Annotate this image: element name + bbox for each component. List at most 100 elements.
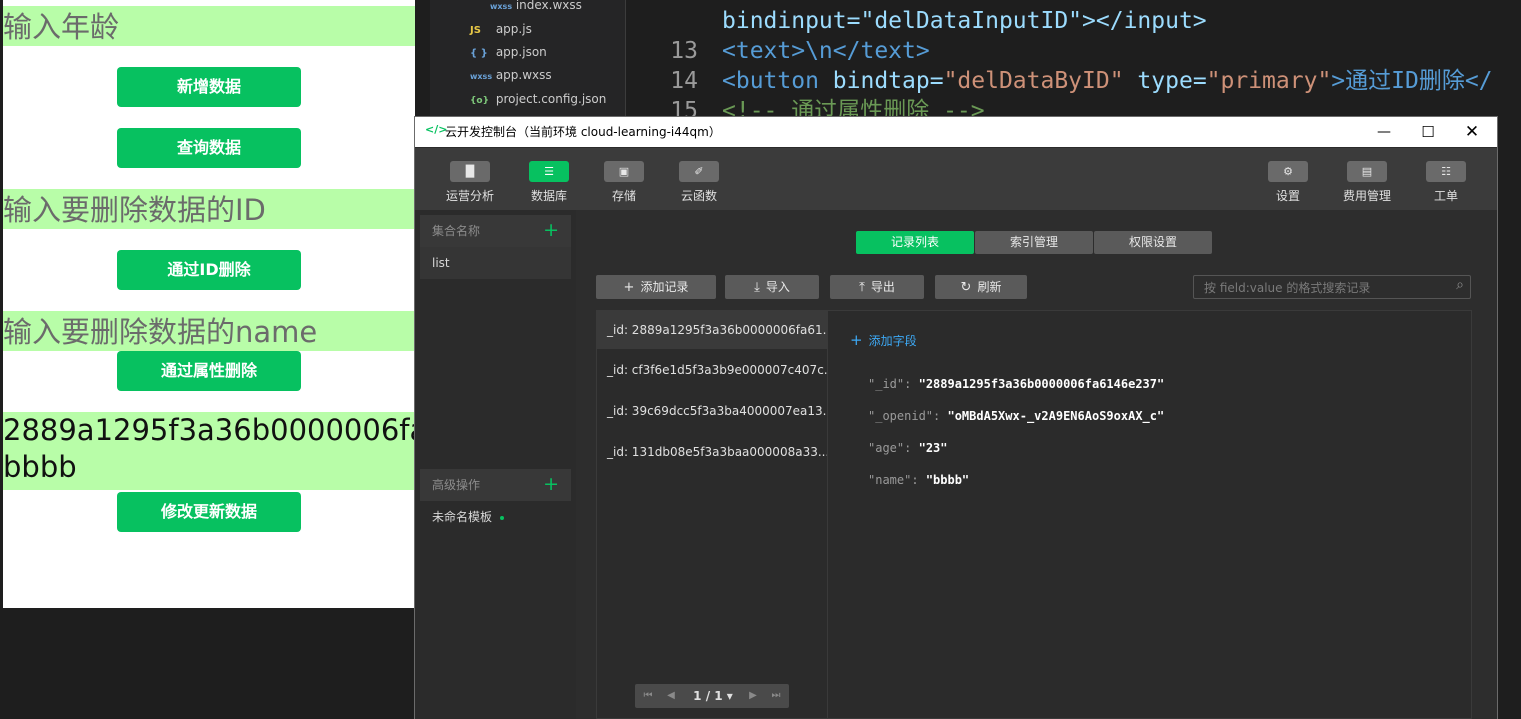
age-input[interactable]: 输入年龄 [3, 6, 415, 46]
export-button[interactable]: ⤒ 导出 [830, 275, 924, 299]
nav-database[interactable]: ☰ 数据库 [514, 148, 584, 210]
nav-cloud-function[interactable]: ✐ 云函数 [664, 148, 734, 210]
json-file-icon: { } [470, 48, 488, 59]
delete-by-attribute-button[interactable]: 通过属性删除 [117, 351, 301, 391]
status-dot-icon [500, 515, 505, 520]
update-data-button[interactable]: 修改更新数据 [117, 492, 301, 532]
code-text: bindtap= [818, 68, 944, 94]
query-data-button[interactable]: 查询数据 [117, 128, 301, 168]
close-button[interactable]: ✕ [1449, 117, 1495, 147]
nav-analytics[interactable]: ▐▌ 运营分析 [435, 148, 505, 210]
collection-item-list[interactable]: list [420, 247, 571, 279]
field-value: "oMBdA5Xwx-_v2A9EN6AoS9oxAX_c" [947, 409, 1165, 423]
minimize-button[interactable]: — [1361, 117, 1407, 147]
first-page-icon[interactable]: ⏮ [637, 684, 659, 708]
record-search-input[interactable] [1194, 276, 1456, 300]
record-panel: _id: 2889a1295f3a36b0000006fa61... _id: … [596, 310, 1472, 719]
search-icon: ⌕ [1456, 277, 1464, 293]
billing-icon: ▤ [1347, 161, 1387, 182]
template-item[interactable]: 未命名模板 [420, 501, 571, 533]
code-text: <button [722, 68, 819, 94]
last-page-icon[interactable]: ⏭ [765, 684, 787, 708]
field-row-name[interactable]: "name": "bbbb" [868, 473, 969, 487]
file-item-app-json[interactable]: { } app.json [470, 41, 547, 63]
record-item[interactable]: _id: 2889a1295f3a36b0000006fa61... [597, 311, 827, 349]
file-label: app.json [495, 45, 547, 59]
record-item[interactable]: _id: 131db08e5f3a3baa000008a33... [597, 433, 827, 471]
nav-label: 存储 [611, 189, 636, 203]
field-row-id[interactable]: "_id": "2889a1295f3a36b0000006fa6146e237… [868, 377, 1164, 391]
update-input-line-name: bbbb [3, 450, 77, 484]
add-record-label: 添加记录 [640, 280, 689, 294]
record-search[interactable]: ⌕ [1193, 275, 1471, 300]
pagination: ⏮ ◀ 1 / 1 ▾ ▶ ⏭ [635, 684, 789, 708]
field-key: "age": [868, 441, 912, 455]
nav-settings[interactable]: ⚙ 设置 [1253, 148, 1323, 210]
delete-name-input[interactable]: 输入要删除数据的name [3, 311, 415, 351]
code-text: bindinput="delDataInputID"></input> [722, 8, 1207, 34]
maximize-button[interactable]: ☐ [1405, 117, 1451, 147]
nav-billing[interactable]: ▤ 费用管理 [1332, 148, 1402, 210]
file-item-app-wxss[interactable]: wxss app.wxss [470, 64, 552, 86]
code-line-13[interactable]: <text>\n</text> [722, 36, 930, 66]
code-line-12[interactable]: bindinput="delDataInputID"></input> [722, 6, 1207, 36]
nav-label: 工单 [1433, 189, 1458, 203]
file-label: app.wxss [495, 68, 552, 82]
nav-ticket[interactable]: ☷ 工单 [1411, 148, 1481, 210]
file-label: app.js [495, 22, 532, 36]
config-file-icon: {o} [470, 96, 489, 106]
refresh-label: 刷新 [977, 280, 1002, 294]
prev-page-icon[interactable]: ◀ [659, 684, 683, 708]
import-button[interactable]: ⤓ 导入 [725, 275, 819, 299]
advanced-ops-header: 高级操作 + [420, 469, 571, 501]
add-record-button[interactable]: + 添加记录 [596, 275, 716, 299]
delete-id-input[interactable]: 输入要删除数据的ID [3, 189, 415, 229]
simulator-preview: 输入年龄 新增数据 查询数据 输入要删除数据的ID 通过ID删除 输入要删除数据… [3, 0, 415, 608]
records-main-panel: 记录列表 索引管理 权限设置 + 添加记录 ⤓ 导入 ⤒ 导出 ↻ 刷新 ⌕ _id: … [576, 210, 1497, 719]
gear-icon: ⚙ [1268, 161, 1308, 182]
nav-storage[interactable]: ▣ 存储 [589, 148, 659, 210]
add-template-icon[interactable]: + [543, 473, 559, 495]
field-key: "_openid": [868, 409, 941, 423]
add-field-button[interactable]: + 添加字段 [850, 331, 917, 349]
file-item-project-config[interactable]: {o} project.config.json [470, 88, 606, 110]
file-label: index.wxss [515, 0, 582, 12]
page-indicator[interactable]: 1 / 1 ▾ [685, 684, 741, 708]
field-value: "23" [918, 441, 948, 455]
file-item-index-wxss[interactable]: wxss index.wxss [490, 0, 582, 16]
add-data-button[interactable]: 新增数据 [117, 67, 301, 107]
simulator-bottom [0, 608, 415, 719]
tab-permission-settings[interactable]: 权限设置 [1094, 231, 1212, 254]
collection-label: list [432, 256, 450, 270]
page-number: 1 / 1 [693, 689, 723, 703]
tab-index-management[interactable]: 索引管理 [975, 231, 1093, 254]
delete-by-id-button[interactable]: 通过ID删除 [117, 250, 301, 290]
tab-record-list[interactable]: 记录列表 [856, 231, 974, 254]
update-data-input[interactable]: 2889a1295f3a36b0000006fa6146e237 bbbb [3, 412, 415, 490]
window-titlebar[interactable]: </> 云开发控制台（当前环境 cloud-learning-i44qm） — … [415, 117, 1497, 147]
update-input-line-id: 2889a1295f3a36b0000006fa6146e237 [3, 413, 415, 447]
file-item-app-js[interactable]: JS app.js [470, 18, 532, 40]
field-key: "_id": [868, 377, 912, 391]
field-key: "name": [868, 473, 919, 487]
nav-label: 数据库 [530, 189, 567, 203]
chart-icon: ▐▌ [450, 161, 490, 182]
field-value: "2889a1295f3a36b0000006fa6146e237" [918, 377, 1165, 391]
field-row-age[interactable]: "age": "23" [868, 441, 948, 455]
code-line-14[interactable]: <button bindtap="delDataByID" type="prim… [722, 66, 1493, 96]
field-row-openid[interactable]: "_openid": "oMBdA5Xwx-_v2A9EN6AoS9oxAX_c… [868, 409, 1164, 423]
divider [625, 0, 626, 117]
cloud-console-window: </> 云开发控制台（当前环境 cloud-learning-i44qm） — … [415, 117, 1497, 719]
editor-scrollbar[interactable] [1497, 220, 1521, 719]
collection-sidebar: 集合名称 + list 高级操作 + 未命名模板 [420, 215, 571, 715]
wxss-file-icon: wxss [470, 72, 493, 81]
add-collection-icon[interactable]: + [543, 219, 559, 241]
refresh-button[interactable]: ↻ 刷新 [935, 275, 1027, 299]
record-item[interactable]: _id: 39c69dcc5f3a3ba4000007ea13... [597, 392, 827, 430]
line-number: 13 [670, 38, 698, 64]
record-item[interactable]: _id: cf3f6e1d5f3a3b9e000007c407c... [597, 351, 827, 389]
next-page-icon[interactable]: ▶ [741, 684, 765, 708]
file-label: project.config.json [495, 92, 607, 106]
line-number: 14 [670, 68, 698, 94]
record-detail: + 添加字段 "_id": "2889a1295f3a36b0000006fa61… [828, 311, 1471, 718]
